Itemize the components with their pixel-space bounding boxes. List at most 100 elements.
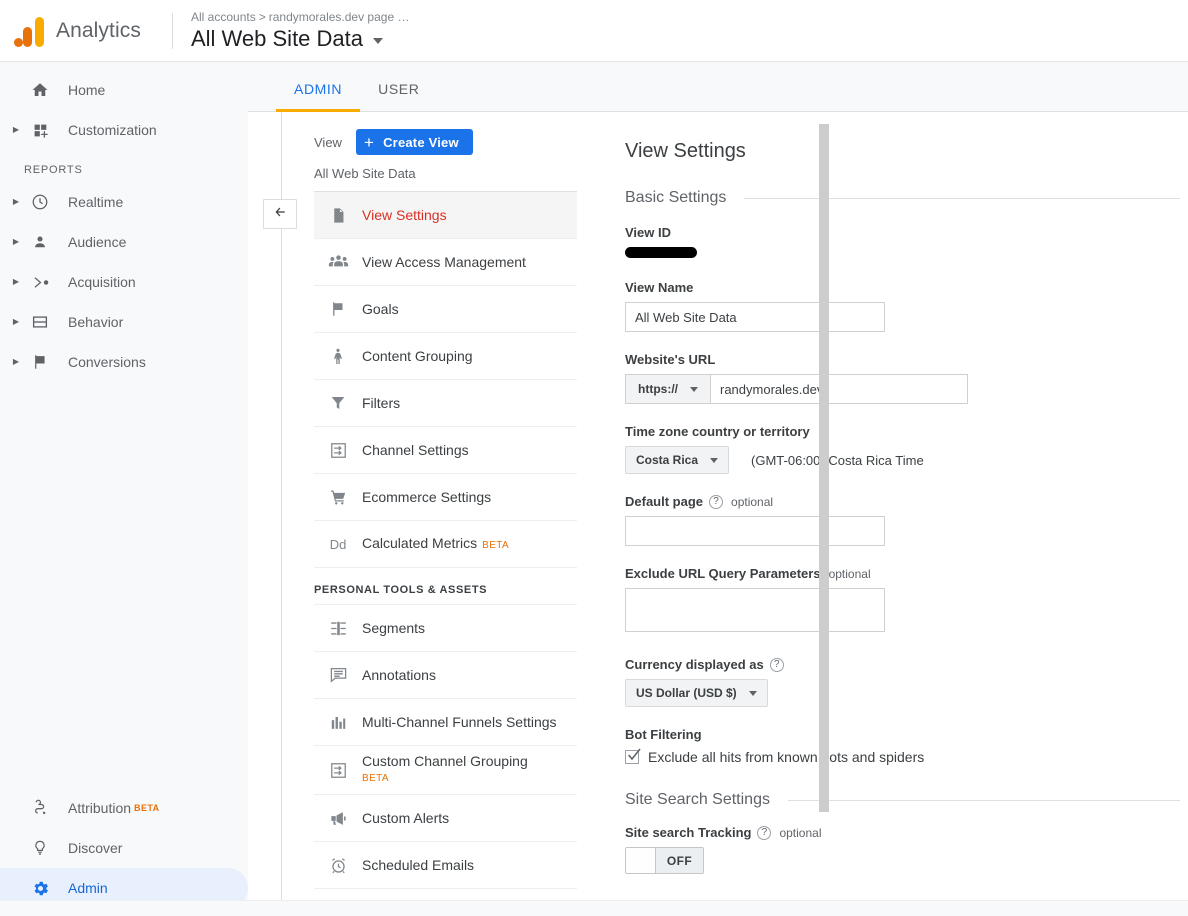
currency-field: Currency displayed as ? US Dollar (USD $… bbox=[625, 657, 1188, 707]
view-name-input[interactable] bbox=[625, 302, 885, 332]
beta-badge: BETA bbox=[482, 539, 510, 551]
tab-admin[interactable]: ADMIN bbox=[276, 81, 361, 112]
sidebar-item-label: Conversions bbox=[68, 354, 146, 370]
gear-icon bbox=[24, 879, 56, 898]
menu-item-label: View Settings bbox=[362, 207, 447, 223]
menu-item-custom-alerts[interactable]: Custom Alerts bbox=[314, 795, 577, 842]
view-menu-scrollbar[interactable] bbox=[819, 124, 829, 812]
menu-item-filters[interactable]: Filters bbox=[314, 380, 577, 427]
menu-item-label: Ecommerce Settings bbox=[362, 489, 492, 505]
page-title: View Settings bbox=[625, 140, 746, 162]
view-selector[interactable]: All Web Site Data bbox=[191, 25, 409, 53]
view-id-label: View ID bbox=[625, 225, 672, 240]
attribution-icon bbox=[24, 799, 56, 817]
menu-item-custom-channel-grouping[interactable]: Custom Channel Grouping BETA bbox=[314, 746, 577, 795]
menu-item-label: Segments bbox=[362, 620, 426, 636]
optional-tag: optional bbox=[731, 494, 774, 509]
view-header: View + Create View bbox=[314, 129, 577, 155]
timezone-country-value: Costa Rica bbox=[636, 453, 699, 467]
channel-icon bbox=[314, 441, 362, 460]
back-button[interactable] bbox=[263, 199, 297, 229]
menu-item-view-settings[interactable]: View Settings bbox=[314, 192, 577, 239]
breadcrumb-property[interactable]: randymorales.dev page … bbox=[269, 10, 410, 24]
default-page-label: Default page ? optional bbox=[625, 494, 1188, 509]
website-url-input[interactable] bbox=[710, 374, 968, 404]
exclude-query-params-field: Exclude URL Query Parameters optional bbox=[625, 566, 1188, 637]
breadcrumb[interactable]: All accounts > randymorales.dev page … bbox=[191, 9, 409, 25]
menu-item-scheduled-emails[interactable]: Scheduled Emails bbox=[314, 842, 577, 889]
help-icon[interactable]: ? bbox=[709, 494, 724, 509]
basic-settings-section-header: Basic Settings bbox=[625, 189, 1188, 207]
footer-strip bbox=[0, 900, 1188, 916]
menu-item-content-grouping[interactable]: Content Grouping bbox=[314, 333, 577, 380]
site-search-tracking-toggle[interactable]: OFF bbox=[625, 847, 704, 874]
menu-item-calculated-metrics[interactable]: Dd Calculated Metrics BETA bbox=[314, 521, 577, 568]
menu-item-ecommerce-settings[interactable]: Ecommerce Settings bbox=[314, 474, 577, 521]
sidebar-item-acquisition[interactable]: ▶ Acquisition bbox=[0, 262, 248, 302]
menu-item-label: Custom Channel Grouping BETA bbox=[362, 752, 528, 788]
site-search-section-header: Site Search Settings bbox=[625, 791, 1188, 809]
timezone-country-select[interactable]: Costa Rica bbox=[625, 446, 730, 474]
tab-user[interactable]: USER bbox=[360, 81, 437, 111]
current-view-name[interactable]: All Web Site Data bbox=[314, 154, 577, 192]
exclude-query-params-label-text: Exclude URL Query Parameters bbox=[625, 566, 821, 581]
chevron-right-icon: ▶ bbox=[12, 125, 20, 134]
timezone-label: Time zone country or territory bbox=[625, 424, 810, 439]
sidebar-item-realtime[interactable]: ▶ Realtime bbox=[0, 182, 248, 222]
sidebar-item-attribution[interactable]: Attribution BETA bbox=[0, 788, 248, 828]
bot-filtering-checkbox-row[interactable]: Exclude all hits from known bots and spi… bbox=[625, 748, 1188, 765]
help-icon[interactable]: ? bbox=[757, 825, 772, 840]
currency-label-text: Currency displayed as bbox=[625, 657, 764, 672]
menu-item-goals[interactable]: Goals bbox=[314, 286, 577, 333]
flag-icon bbox=[314, 300, 362, 318]
website-url-field: Website's URL https:// bbox=[625, 352, 1188, 404]
menu-item-multi-channel-funnels-settings[interactable]: Multi-Channel Funnels Settings bbox=[314, 699, 577, 746]
currency-select[interactable]: US Dollar (USD $) bbox=[625, 679, 768, 707]
sidebar-item-conversions[interactable]: ▶ Conversions bbox=[0, 342, 248, 382]
sidebar-item-audience[interactable]: ▶ Audience bbox=[0, 222, 248, 262]
arrow-left-icon bbox=[271, 205, 289, 224]
menu-item-channel-settings[interactable]: Channel Settings bbox=[314, 427, 577, 474]
chevron-down-icon bbox=[748, 690, 757, 696]
sidebar-item-discover[interactable]: Discover bbox=[0, 828, 248, 868]
create-view-button[interactable]: + Create View bbox=[355, 129, 473, 155]
checkbox-checked-icon[interactable] bbox=[625, 748, 641, 764]
view-selector-label: All Web Site Data bbox=[191, 25, 364, 51]
section-title: Site Search Settings bbox=[625, 791, 770, 808]
sidebar-item-home[interactable]: Home bbox=[0, 70, 248, 110]
protocol-select[interactable]: https:// bbox=[625, 374, 710, 404]
view-settings-panel: View Settings Basic Settings View ID Vie… bbox=[597, 112, 1188, 916]
chevron-right-icon: ▶ bbox=[12, 317, 20, 326]
help-icon[interactable]: ? bbox=[769, 657, 784, 672]
chevron-right-icon: ▶ bbox=[12, 237, 20, 246]
menu-item-label: Goals bbox=[362, 301, 399, 317]
toggle-knob bbox=[626, 848, 656, 873]
bot-filtering-label: Bot Filtering bbox=[625, 727, 702, 742]
bot-filtering-checkbox-label: Exclude all hits from known bots and spi… bbox=[648, 749, 925, 765]
menu-item-annotations[interactable]: Annotations bbox=[314, 652, 577, 699]
bot-filtering-field: Bot Filtering Exclude all hits from know… bbox=[625, 727, 1188, 765]
sidebar-item-label: Admin bbox=[68, 880, 108, 896]
analytics-logo-icon bbox=[14, 15, 44, 47]
analytics-logo-area[interactable]: Analytics bbox=[0, 15, 170, 47]
optional-tag: optional bbox=[779, 825, 822, 840]
section-rule bbox=[744, 197, 1180, 199]
person-icon bbox=[24, 233, 56, 251]
dd-icon: Dd bbox=[329, 536, 347, 552]
exclude-query-params-textarea[interactable] bbox=[625, 588, 885, 632]
clock-icon bbox=[24, 193, 56, 211]
menu-item-view-access-management[interactable]: View Access Management bbox=[314, 239, 577, 286]
sidebar-item-label: Acquisition bbox=[68, 274, 136, 290]
menu-item-label: Scheduled Emails bbox=[362, 857, 475, 873]
menu-item-segments[interactable]: Segments bbox=[314, 605, 577, 652]
segments-icon bbox=[314, 620, 362, 637]
protocol-value: https:// bbox=[638, 382, 678, 396]
sidebar-item-customization[interactable]: ▶ Customization bbox=[0, 110, 248, 150]
view-name-field: View Name bbox=[625, 280, 1188, 332]
sidebar-item-behavior[interactable]: ▶ Behavior bbox=[0, 302, 248, 342]
sidebar-item-label: Audience bbox=[68, 234, 127, 250]
view-id-field: View ID bbox=[625, 225, 1188, 258]
beta-badge: BETA bbox=[362, 773, 389, 784]
default-page-input[interactable] bbox=[625, 516, 885, 546]
breadcrumb-accounts[interactable]: All accounts bbox=[191, 10, 256, 24]
